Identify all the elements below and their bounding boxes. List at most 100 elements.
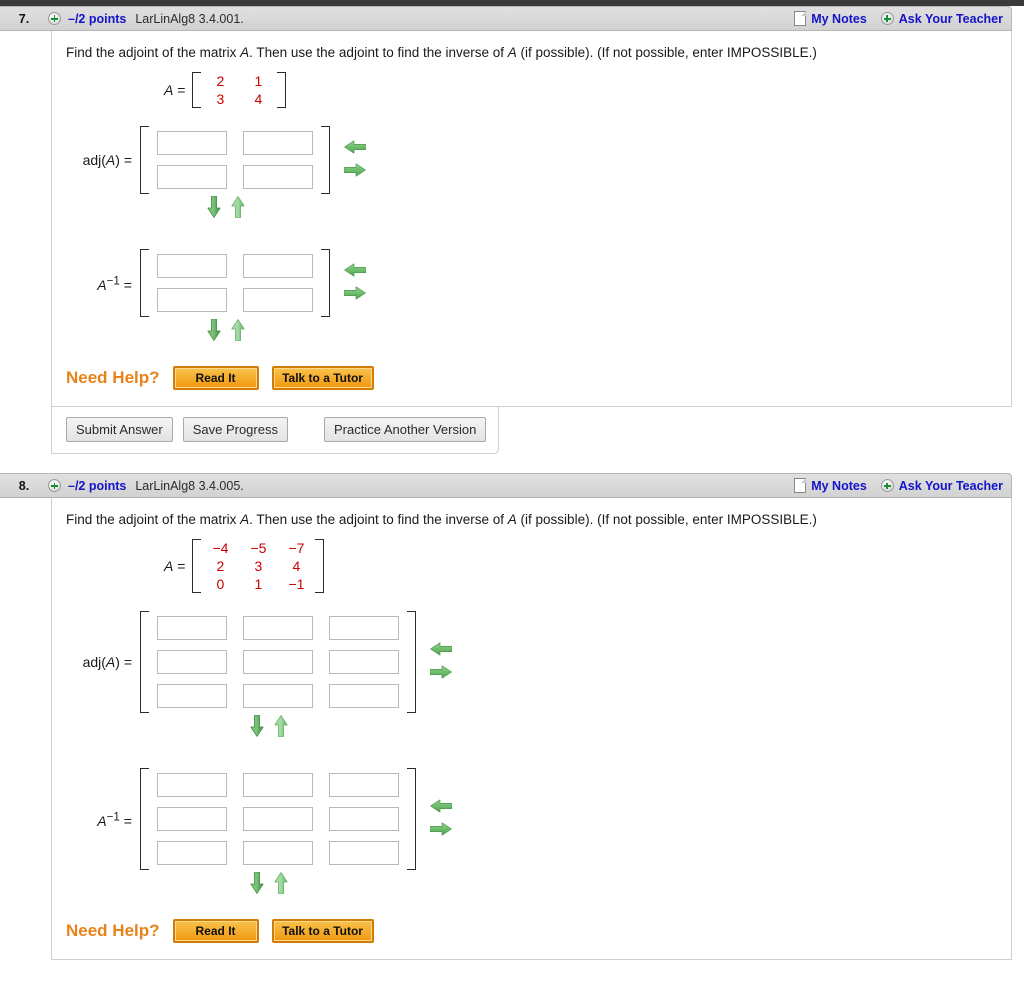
talk-to-a-tutor-button[interactable]: Talk to a Tutor [271, 919, 374, 944]
arrow-up-icon[interactable] [231, 196, 245, 221]
arrow-right-icon[interactable] [343, 163, 366, 180]
matrix-a-cell: 2 [216, 73, 225, 90]
bracket-left [140, 126, 149, 195]
arrow-left-icon[interactable] [344, 140, 367, 157]
inv_input-input-r1c2[interactable] [243, 254, 313, 279]
inv_input-input-r2c1[interactable] [157, 807, 227, 832]
adj_input-row [149, 645, 407, 679]
ask-your-teacher-link[interactable]: Ask Your Teacher [880, 479, 1003, 493]
adj_input-grid [149, 126, 321, 194]
adj_input-cell-wrap [149, 679, 235, 713]
inv_input-input-r1c1[interactable] [157, 254, 227, 279]
inv_input-row [149, 768, 407, 802]
adj_input-bracketed [140, 611, 416, 714]
question-body: Find the adjoint of the matrix A. Then u… [51, 31, 1012, 408]
prompt-part-1: Find the adjoint of the matrix [66, 45, 241, 60]
question-points: –/2 points [68, 11, 127, 26]
prompt-part-2: . Then use the adjoint to find the inver… [249, 45, 508, 60]
ask-your-teacher-link[interactable]: Ask Your Teacher [880, 12, 1003, 26]
inv_input-input-r2c2[interactable] [243, 807, 313, 832]
read-it-button[interactable]: Read It [172, 919, 259, 944]
adj_input-cell-wrap [235, 645, 321, 679]
submit-answer-button[interactable]: Submit Answer [66, 417, 173, 443]
arrow-up-icon[interactable] [274, 872, 288, 897]
adj_input-input-r1c2[interactable] [243, 131, 313, 156]
adj_input-input-r2c1[interactable] [157, 165, 227, 190]
inv_input-cell-wrap [321, 768, 407, 802]
plus-circle-icon[interactable] [48, 12, 61, 25]
my-notes-link[interactable]: My Notes [794, 11, 867, 26]
inv_input-input-r1c2[interactable] [243, 773, 313, 798]
inv_input-input-r2c2[interactable] [243, 288, 313, 313]
prompt-part-3: (if possible). (If not possible, enter I… [516, 512, 817, 528]
my-notes-label: My Notes [811, 478, 867, 493]
matrix-a-label: A = [164, 558, 186, 575]
adj_input-input-r1c2[interactable] [243, 616, 313, 641]
arrow-up-icon[interactable] [231, 319, 245, 344]
adj_input-cell-wrap [149, 126, 235, 160]
matrix-a-row: 34 [201, 90, 277, 108]
talk-to-a-tutor-button[interactable]: Talk to a Tutor [271, 366, 374, 391]
adj_input-input-r3c2[interactable] [243, 684, 313, 709]
adj_input-row-wrap: adj(A) = [66, 126, 1011, 195]
matrix-a-cell: 3 [254, 558, 263, 575]
bracket-left [140, 611, 149, 714]
arrow-left-icon[interactable] [430, 799, 453, 816]
prompt-var-a-1: A [240, 45, 250, 60]
inv_input-input-r1c1[interactable] [157, 773, 227, 798]
inv_input-input-r3c1[interactable] [157, 841, 227, 866]
inv_input-input-r2c3[interactable] [329, 807, 399, 832]
adj_input-input-r1c3[interactable] [329, 616, 399, 641]
adj_input-bracketed [140, 126, 330, 195]
adj_input-input-r3c1[interactable] [157, 684, 227, 709]
adj_input-input-r2c2[interactable] [243, 650, 313, 675]
save-progress-button[interactable]: Save Progress [182, 417, 288, 443]
adj_input-input-r1c1[interactable] [157, 131, 227, 156]
arrow-right-icon[interactable] [343, 286, 366, 303]
arrow-left-icon[interactable] [430, 642, 453, 659]
adj_input-input-r2c3[interactable] [329, 650, 399, 675]
arrow-down-icon[interactable] [207, 318, 221, 344]
bracket-left [192, 539, 202, 594]
adj_input-input-r3c3[interactable] [329, 684, 399, 709]
bracket-right [407, 768, 416, 871]
adj_input-input-r2c2[interactable] [243, 165, 313, 190]
need-help-section: Need Help? Read It Talk to a Tutor [52, 897, 1011, 959]
arrow-right-icon[interactable] [429, 665, 452, 682]
adj-label: adj(A) = [66, 654, 132, 670]
matrix-a-bracketed: −4 −5 −7 2 3 4 0 1 −1 [192, 539, 325, 594]
matrix-a-grid: −4 −5 −7 2 3 4 0 1 −1 [201, 539, 315, 593]
matrix-a-cell: 4 [254, 91, 263, 108]
inv_input-input-r2c1[interactable] [157, 288, 227, 313]
inv_input-row [149, 802, 407, 836]
my-notes-link[interactable]: My Notes [794, 478, 867, 494]
inv_input-row-wrap: A−1 = [66, 249, 1011, 318]
prompt-part-1: Find the adjoint of the matrix [66, 512, 241, 528]
arrow-down-icon[interactable] [250, 872, 264, 897]
adj_input-row-arrows [140, 715, 398, 740]
arrow-down-icon[interactable] [207, 195, 221, 221]
arrow-down-icon[interactable] [250, 715, 264, 740]
inv_input-input-r1c3[interactable] [329, 773, 399, 798]
practice-another-version-button[interactable]: Practice Another Version [323, 417, 487, 443]
adj_input-input-r2c1[interactable] [157, 650, 227, 675]
adj_input-input-r1c1[interactable] [157, 616, 227, 641]
bracket-left [140, 768, 149, 871]
arrow-right-icon[interactable] [429, 822, 452, 839]
arrow-left-icon[interactable] [344, 263, 367, 280]
assignment-questions-root: 7. –/2 points LarLinAlg8 3.4.001. My Notes A… [0, 6, 1024, 961]
arrow-up-icon[interactable] [274, 715, 288, 740]
adj_input-cell-wrap [235, 126, 321, 160]
inv_input-input-r3c3[interactable] [329, 841, 399, 866]
inv_input-column-arrows [343, 263, 367, 303]
matrix-a-cell: 3 [216, 91, 225, 108]
plus-circle-icon[interactable] [48, 479, 61, 493]
question-block-8: 8. –/2 points LarLinAlg8 3.4.005. My Notes A… [0, 473, 1024, 961]
matrix-a-cell: −5 [250, 540, 267, 557]
matrix-a-cell: 2 [216, 558, 225, 575]
inv_input-input-r3c2[interactable] [243, 841, 313, 866]
equals-sign: = [177, 82, 186, 99]
matrix-a-row: 21 [201, 72, 277, 90]
read-it-button[interactable]: Read It [172, 366, 259, 391]
matrix-a-label: A = [164, 82, 186, 99]
